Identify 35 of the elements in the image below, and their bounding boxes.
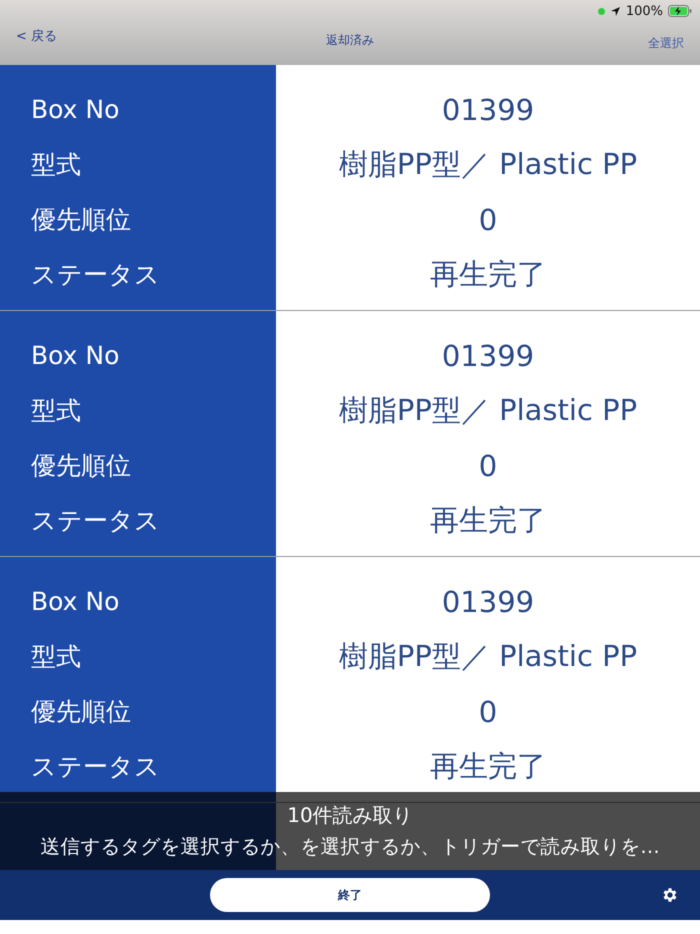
field-value: 01399 <box>442 584 534 618</box>
field-value: 再生完了 <box>430 502 546 538</box>
field-value: 0 <box>478 448 498 482</box>
field-label: ステータス <box>31 505 160 537</box>
field-value: 再生完了 <box>430 256 546 292</box>
field-label: ステータス <box>31 259 160 291</box>
field-value: 樹脂PP型／ Plastic PP <box>338 638 638 674</box>
field-label: 優先順位 <box>31 450 131 482</box>
field-label: Box No <box>31 341 120 370</box>
field-value: 再生完了 <box>430 748 546 784</box>
field-value: 0 <box>478 202 498 236</box>
field-label: Box No <box>31 587 120 616</box>
read-count: 10件読み取り <box>287 802 413 829</box>
field-label: 優先順位 <box>31 204 131 236</box>
battery-charging-icon <box>668 5 692 17</box>
field-value: 01399 <box>442 338 534 372</box>
field-label: 型式 <box>31 641 81 673</box>
field-value: 01399 <box>442 92 534 126</box>
screen-title: 返却済み <box>326 32 374 48</box>
instruction-message: 送信するタグを選択するか、を選択するか、トリガーで読み取りを… <box>40 834 660 860</box>
field-label: Box No <box>31 95 120 124</box>
finish-button[interactable]: 終了 <box>210 878 490 912</box>
battery-percent: 100% <box>626 4 663 18</box>
field-label: ステータス <box>31 751 160 783</box>
field-value: 樹脂PP型／ Plastic PP <box>338 146 638 182</box>
field-label: 優先順位 <box>31 696 131 728</box>
location-arrow-icon <box>610 6 621 16</box>
field-value: 0 <box>478 694 498 728</box>
select-all-link[interactable]: 全選択 <box>648 34 684 52</box>
back-link[interactable]: < 戻る <box>16 27 58 45</box>
recording-dot-icon <box>598 8 605 14</box>
field-label: 型式 <box>31 395 81 427</box>
field-label: 型式 <box>31 149 81 181</box>
field-value: 樹脂PP型／ Plastic PP <box>338 392 638 428</box>
settings-icon[interactable] <box>661 886 679 904</box>
